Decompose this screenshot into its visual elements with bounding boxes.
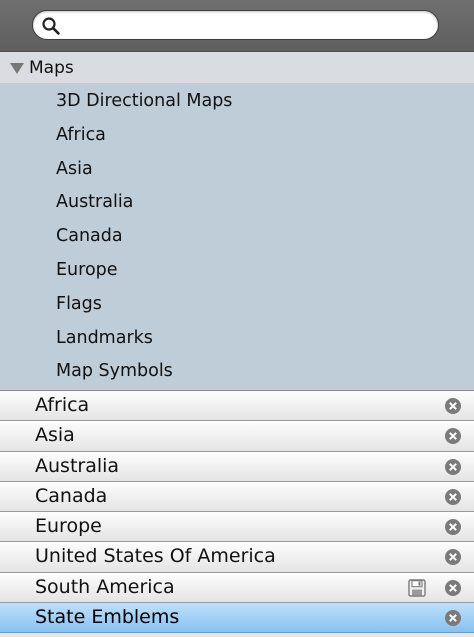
maps-group-header[interactable]: Maps: [0, 52, 474, 84]
maps-item[interactable]: Europe: [0, 254, 474, 288]
search-input[interactable]: [67, 15, 428, 37]
search-field[interactable]: [32, 10, 439, 40]
search-bar: [0, 0, 474, 52]
search-icon: [42, 17, 60, 35]
maps-item[interactable]: Africa: [0, 119, 474, 153]
collection-label: Europe: [35, 515, 102, 537]
remove-icon[interactable]: [444, 579, 462, 597]
collection-label: Asia: [35, 424, 75, 447]
library-panel: Maps 3D Directional Maps Africa Asia Aus…: [0, 0, 474, 637]
collection-row[interactable]: South America: [0, 572, 474, 603]
maps-item[interactable]: Asia: [0, 153, 474, 187]
floppy-disk-icon[interactable]: [407, 578, 427, 598]
maps-item[interactable]: Map Symbols: [0, 355, 474, 389]
maps-item[interactable]: Landmarks: [0, 322, 474, 356]
collection-row-selected[interactable]: State Emblems: [0, 602, 474, 633]
remove-icon[interactable]: [444, 488, 462, 506]
collection-label: Africa: [35, 394, 90, 416]
remove-icon[interactable]: [444, 518, 462, 536]
collection-row[interactable]: Asia: [0, 421, 474, 452]
collection-label: Canada: [35, 484, 108, 507]
remove-icon[interactable]: [444, 458, 462, 476]
collection-label: Australia: [35, 454, 120, 477]
collection-label: South America: [35, 575, 175, 598]
collection-label: United States Of America: [35, 545, 276, 568]
maps-item[interactable]: 3D Directional Maps: [0, 85, 474, 119]
collection-row[interactable]: Australia: [0, 451, 474, 482]
maps-group-label: Maps: [29, 57, 74, 78]
collection-row[interactable]: Europe: [0, 512, 474, 543]
remove-icon[interactable]: [444, 427, 462, 445]
remove-icon[interactable]: [444, 548, 462, 566]
collection-row[interactable]: Africa: [0, 391, 474, 422]
collection-label: State Emblems: [35, 605, 180, 628]
disclosure-triangle-down-icon[interactable]: [9, 61, 25, 75]
maps-item[interactable]: Canada: [0, 220, 474, 254]
collection-row[interactable]: United States Of America: [0, 542, 474, 573]
remove-icon[interactable]: [444, 397, 462, 415]
collections-list: Africa Asia Australia Canada Europe Unit…: [0, 390, 474, 633]
maps-item[interactable]: Australia: [0, 186, 474, 220]
collection-row[interactable]: Canada: [0, 481, 474, 512]
maps-subcategory-list: 3D Directional Maps Africa Asia Australi…: [0, 84, 474, 390]
remove-icon[interactable]: [444, 609, 462, 627]
maps-item[interactable]: Flags: [0, 288, 474, 322]
